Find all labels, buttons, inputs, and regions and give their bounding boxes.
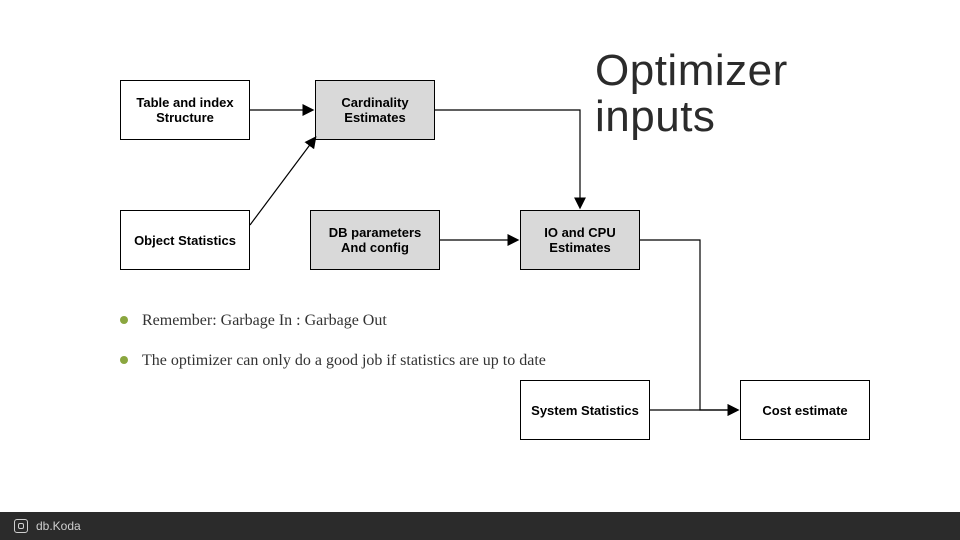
arrow-iocpu-to-cost: [640, 240, 737, 410]
box-db-params-label: DB parameters And config: [329, 225, 422, 255]
box-io-cpu: IO and CPU Estimates: [520, 210, 640, 270]
footer-brand: db.Koda: [36, 519, 81, 533]
bullet-row: Remember: Garbage In : Garbage Out: [120, 310, 640, 332]
arrow-objstats-to-cardinality: [250, 138, 315, 225]
title-line-2: inputs: [595, 92, 715, 141]
bullet-dot-icon: [120, 356, 128, 364]
bullet-text-2: The optimizer can only do a good job if …: [142, 350, 546, 372]
box-cardinality-label: Cardinality Estimates: [341, 95, 408, 125]
bullet-text-1: Remember: Garbage In : Garbage Out: [142, 310, 387, 332]
box-object-stats-label: Object Statistics: [134, 233, 236, 248]
bullet-list: Remember: Garbage In : Garbage Out The o…: [120, 310, 640, 391]
arrow-cardinality-to-iocpu: [435, 110, 580, 207]
box-table-index-label: Table and index Structure: [136, 95, 233, 125]
box-db-params: DB parameters And config: [310, 210, 440, 270]
bullet-dot-icon: [120, 316, 128, 324]
box-table-index: Table and index Structure: [120, 80, 250, 140]
footer-bar: db.Koda: [0, 512, 960, 540]
logo-icon: [14, 519, 28, 533]
box-object-stats: Object Statistics: [120, 210, 250, 270]
bullet-row: The optimizer can only do a good job if …: [120, 350, 640, 372]
box-cost-estimate-label: Cost estimate: [762, 403, 847, 418]
box-system-stats-label: System Statistics: [531, 403, 639, 418]
box-cardinality: Cardinality Estimates: [315, 80, 435, 140]
title-line-1: Optimizer: [595, 46, 788, 95]
slide-stage: Optimizer inputs Table and index Structu…: [0, 0, 960, 540]
box-io-cpu-label: IO and CPU Estimates: [544, 225, 616, 255]
box-cost-estimate: Cost estimate: [740, 380, 870, 440]
slide-title: Optimizer inputs: [595, 48, 788, 140]
